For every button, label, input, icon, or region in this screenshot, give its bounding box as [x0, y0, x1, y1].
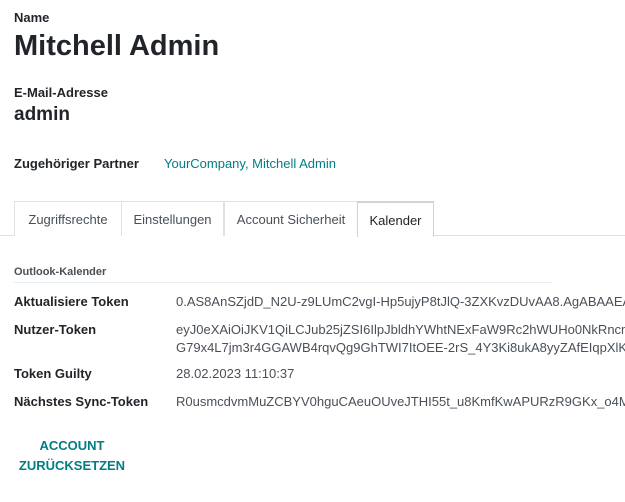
related-partner-link[interactable]: YourCompany, Mitchell Admin	[164, 156, 336, 171]
tab-calendar[interactable]: Kalender	[357, 201, 434, 237]
user-token-label: Nutzer-Token	[14, 322, 97, 337]
tab-preferences[interactable]: Einstellungen	[121, 201, 224, 236]
name-label: Name	[14, 10, 50, 25]
next-sync-token-label: Nächstes Sync-Token	[14, 394, 149, 409]
email-label: E-Mail-Adresse	[14, 85, 108, 100]
related-partner-label: Zugehöriger Partner	[14, 156, 139, 171]
reset-account-button[interactable]: Account zurücksetzen	[18, 436, 126, 476]
notebook-tabs: Zugriffsrechte Einstellungen Account Sic…	[0, 201, 625, 237]
user-name[interactable]: Mitchell Admin	[14, 27, 219, 65]
user-token-value: eyJ0eXAiOiJKV1QiLCJub25jZSI6IlpJbldhYWht…	[176, 321, 625, 359]
reset-account-button-line-1: Account	[39, 438, 105, 453]
reset-account-button-line-2: zurücksetzen	[18, 458, 126, 473]
next-sync-token-value: R0usmcdvmMuZCBYV0hguCAeuOUveJTHI55t_u8Km…	[176, 394, 625, 409]
tab-account-security[interactable]: Account Sicherheit	[224, 201, 358, 236]
refresh-token-label: Aktualisiere Token	[14, 294, 129, 309]
token-validity-value: 28.02.2023 11:10:37	[176, 366, 295, 381]
tab-access-rights[interactable]: Zugriffsrechte	[14, 201, 122, 236]
user-token-line-2: G79x4L7jm3r4GGAWB4rqvQg9GhTWI7ItOEE-2rS_…	[176, 340, 625, 355]
token-validity-label: Token Guilty	[14, 366, 92, 381]
outlook-calendar-section-title: Outlook-Kalender	[14, 266, 552, 283]
refresh-token-value: 0.AS8AnSZjdD_N2U-z9LUmC2vgI-Hp5ujyP8tJlQ…	[176, 294, 625, 309]
email-value[interactable]: admin	[14, 103, 70, 127]
user-token-line-1: eyJ0eXAiOiJKV1QiLCJub25jZSI6IlpJbldhYWht…	[176, 322, 625, 337]
